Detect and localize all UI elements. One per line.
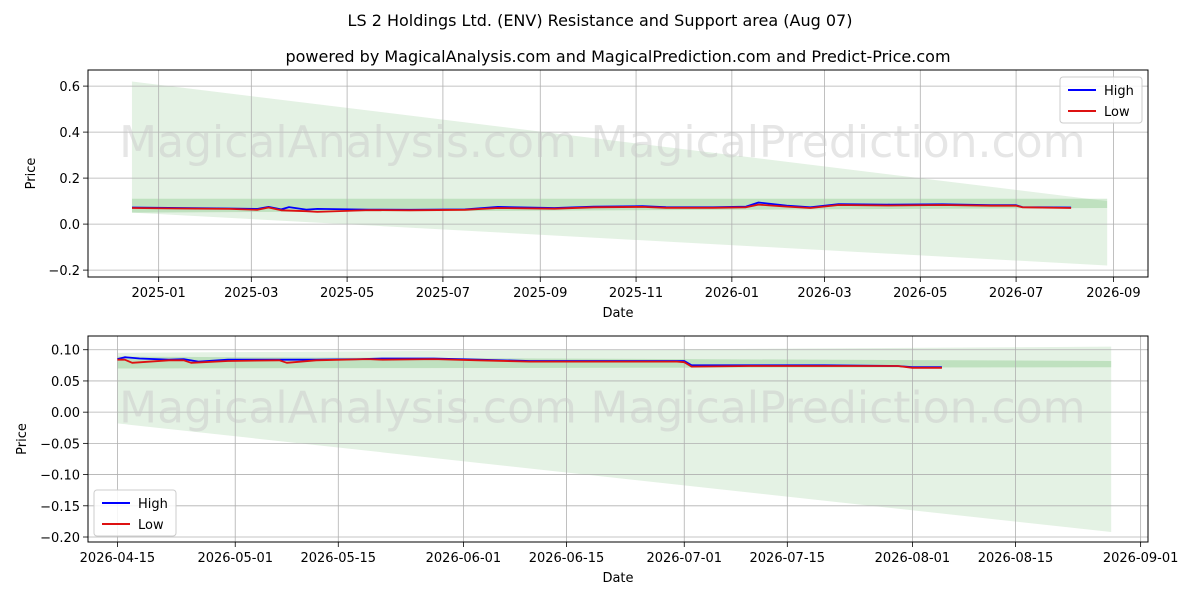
chart-subtitle: powered by MagicalAnalysis.com and Magic… xyxy=(285,47,950,66)
x-tick-label: 2025-05 xyxy=(320,286,374,301)
x-tick-label: 2026-07-01 xyxy=(646,551,722,566)
legend: High Low xyxy=(1059,76,1143,124)
x-tick-label: 2026-04-15 xyxy=(80,551,156,566)
resistance-support-band xyxy=(117,346,1112,533)
watermark-text: MagicalPrediction.com xyxy=(591,117,1086,168)
x-tick-label: 2026-06-01 xyxy=(426,551,502,566)
y-tick-label: 0.6 xyxy=(59,80,80,95)
resistance-support-band xyxy=(131,81,1108,266)
x-tick-label: 2026-06-15 xyxy=(529,551,605,566)
y-tick-label: −0.05 xyxy=(40,437,80,452)
y-tick-label: 0.00 xyxy=(51,406,80,421)
y-tick-label: 0.05 xyxy=(51,375,80,390)
x-tick-label: 2026-08-01 xyxy=(875,551,951,566)
x-tick-label: 2026-07 xyxy=(989,286,1043,301)
chart-figure: LS 2 Holdings Ltd. (ENV) Resistance and … xyxy=(0,0,1200,600)
x-axis-label: Date xyxy=(602,306,633,321)
x-tick-label: 2026-05-01 xyxy=(197,551,273,566)
x-tick-label: 2026-08-15 xyxy=(978,551,1054,566)
y-tick-label: 0.4 xyxy=(59,126,80,141)
top-panel: 2025-01 2025-03 2025-05 2025-07 2025-09 2025-… xyxy=(24,69,1149,321)
legend-label: Low xyxy=(1104,105,1130,120)
x-tick-label: 2025-03 xyxy=(224,286,278,301)
legend-label: High xyxy=(1104,84,1134,99)
y-tick-label: −0.15 xyxy=(40,500,80,515)
x-tick-label: 2026-01 xyxy=(705,286,759,301)
x-tick-label: 2026-05-15 xyxy=(300,551,376,566)
y-axis-label: Price xyxy=(15,423,30,455)
legend-label: High xyxy=(138,497,168,512)
y-tick-label: −0.10 xyxy=(40,469,80,484)
y-tick-label: 0.2 xyxy=(59,172,80,187)
chart-title: LS 2 Holdings Ltd. (ENV) Resistance and … xyxy=(348,11,853,30)
x-tick-label: 2025-09 xyxy=(513,286,567,301)
legend-label: Low xyxy=(138,518,164,533)
y-tick-label: −0.20 xyxy=(40,531,80,546)
legend: High Low xyxy=(93,489,177,537)
x-axis-label: Date xyxy=(602,571,633,586)
bottom-panel: 2026-04-15 2026-05-01 2026-05-15 2026-06-01… xyxy=(15,335,1179,586)
y-tick-label: 0.0 xyxy=(59,218,80,233)
watermark-text: MagicalAnalysis.com xyxy=(119,117,577,168)
x-tick-label: 2026-09 xyxy=(1086,286,1140,301)
watermark-text: MagicalAnalysis.com xyxy=(119,383,577,434)
x-tick-label: 2025-11 xyxy=(609,286,663,301)
x-tick-label: 2026-07-15 xyxy=(750,551,826,566)
y-tick-label: 0.10 xyxy=(51,344,80,359)
watermark-text: MagicalPrediction.com xyxy=(591,383,1086,434)
x-tick-label: 2026-03 xyxy=(797,286,851,301)
y-axis-label: Price xyxy=(24,158,39,190)
y-tick-label: −0.2 xyxy=(48,264,80,279)
x-tick-label: 2025-07 xyxy=(416,286,470,301)
chart-canvas: LS 2 Holdings Ltd. (ENV) Resistance and … xyxy=(15,11,1179,586)
x-tick-label: 2025-01 xyxy=(132,286,186,301)
x-tick-label: 2026-05 xyxy=(893,286,947,301)
x-tick-label: 2026-09-01 xyxy=(1103,551,1179,566)
